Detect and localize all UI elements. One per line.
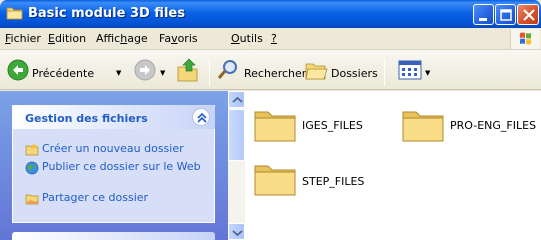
left-pane-scrollbar[interactable] xyxy=(228,91,245,240)
folder-label[interactable]: PRO-ENG_FILES xyxy=(450,119,536,132)
task-pane: Gestion des fichiers Créer un nouveau do… xyxy=(0,91,228,240)
views-icon[interactable] xyxy=(398,59,422,81)
scroll-down-button[interactable] xyxy=(228,223,245,240)
chevron-up-icon xyxy=(197,112,207,123)
toolbar-separator xyxy=(209,58,210,86)
second-task-panel-header[interactable] xyxy=(12,232,215,240)
folder-icon[interactable] xyxy=(253,107,297,143)
back-arrow-icon[interactable] xyxy=(7,59,29,81)
collapse-button[interactable] xyxy=(192,108,210,126)
folder-icon[interactable] xyxy=(253,161,297,197)
menu-affichage[interactable]: Affichage xyxy=(96,32,148,45)
minimize-icon xyxy=(479,18,487,21)
windows-logo xyxy=(510,29,540,49)
menu-fichier[interactable]: Fichier xyxy=(5,32,41,45)
up-folder-icon[interactable] xyxy=(176,57,200,83)
menu-edition[interactable]: Edition xyxy=(48,32,86,45)
folder-label[interactable]: STEP_FILES xyxy=(302,175,364,188)
folder-icon xyxy=(6,7,23,20)
chevron-down-icon xyxy=(232,230,243,237)
title-bar[interactable]: Basic module 3D files xyxy=(0,0,541,28)
task-panel-title[interactable]: Gestion des fichiers xyxy=(25,112,148,125)
share-folder-link[interactable]: Partager ce dossier xyxy=(42,192,148,204)
publish-web-link[interactable]: Publier ce dossier sur le Web xyxy=(42,161,212,173)
new-folder-icon xyxy=(25,143,39,156)
back-dropdown-arrow-icon[interactable]: ▼ xyxy=(116,69,121,77)
menu-bar: Fichier Edition Affichage Favoris Outils… xyxy=(0,28,541,50)
folder-label[interactable]: IGES_FILES xyxy=(302,119,363,132)
folders-button-label[interactable]: Dossiers xyxy=(331,67,378,80)
search-icon[interactable] xyxy=(216,58,240,82)
window-title: Basic module 3D files xyxy=(28,6,185,21)
minimize-button[interactable] xyxy=(473,4,494,25)
toolbar-separator xyxy=(384,58,385,86)
maximize-button[interactable] xyxy=(495,4,516,25)
windows-flag-icon xyxy=(520,32,531,45)
views-dropdown-arrow-icon[interactable]: ▼ xyxy=(425,69,430,77)
chevron-up-icon xyxy=(232,96,243,103)
close-button[interactable] xyxy=(517,4,539,25)
create-folder-link[interactable]: Créer un nouveau dossier xyxy=(42,143,184,155)
maximize-icon xyxy=(500,9,512,21)
back-button-label[interactable]: Précédente xyxy=(32,67,94,80)
close-icon xyxy=(523,9,535,21)
menu-outils[interactable]: Outils xyxy=(231,32,263,45)
folders-icon[interactable] xyxy=(304,58,328,82)
folder-icon[interactable] xyxy=(401,107,445,143)
share-folder-icon xyxy=(25,194,39,205)
globe-icon xyxy=(25,161,39,175)
search-button-label[interactable]: Rechercher xyxy=(244,67,306,80)
scroll-up-button[interactable] xyxy=(228,91,245,108)
file-list: IGES_FILES PRO-ENG_FILES STEP_FILES xyxy=(245,91,541,240)
scroll-thumb[interactable] xyxy=(228,109,245,161)
menu-aide[interactable]: ? xyxy=(271,32,277,45)
forward-arrow-icon[interactable] xyxy=(134,59,156,81)
menu-favoris[interactable]: Favoris xyxy=(159,32,198,45)
toolbar: Précédente ▼ ▼ Rechercher Dossiers ▼ xyxy=(0,50,541,90)
forward-dropdown-arrow-icon[interactable]: ▼ xyxy=(160,69,165,77)
